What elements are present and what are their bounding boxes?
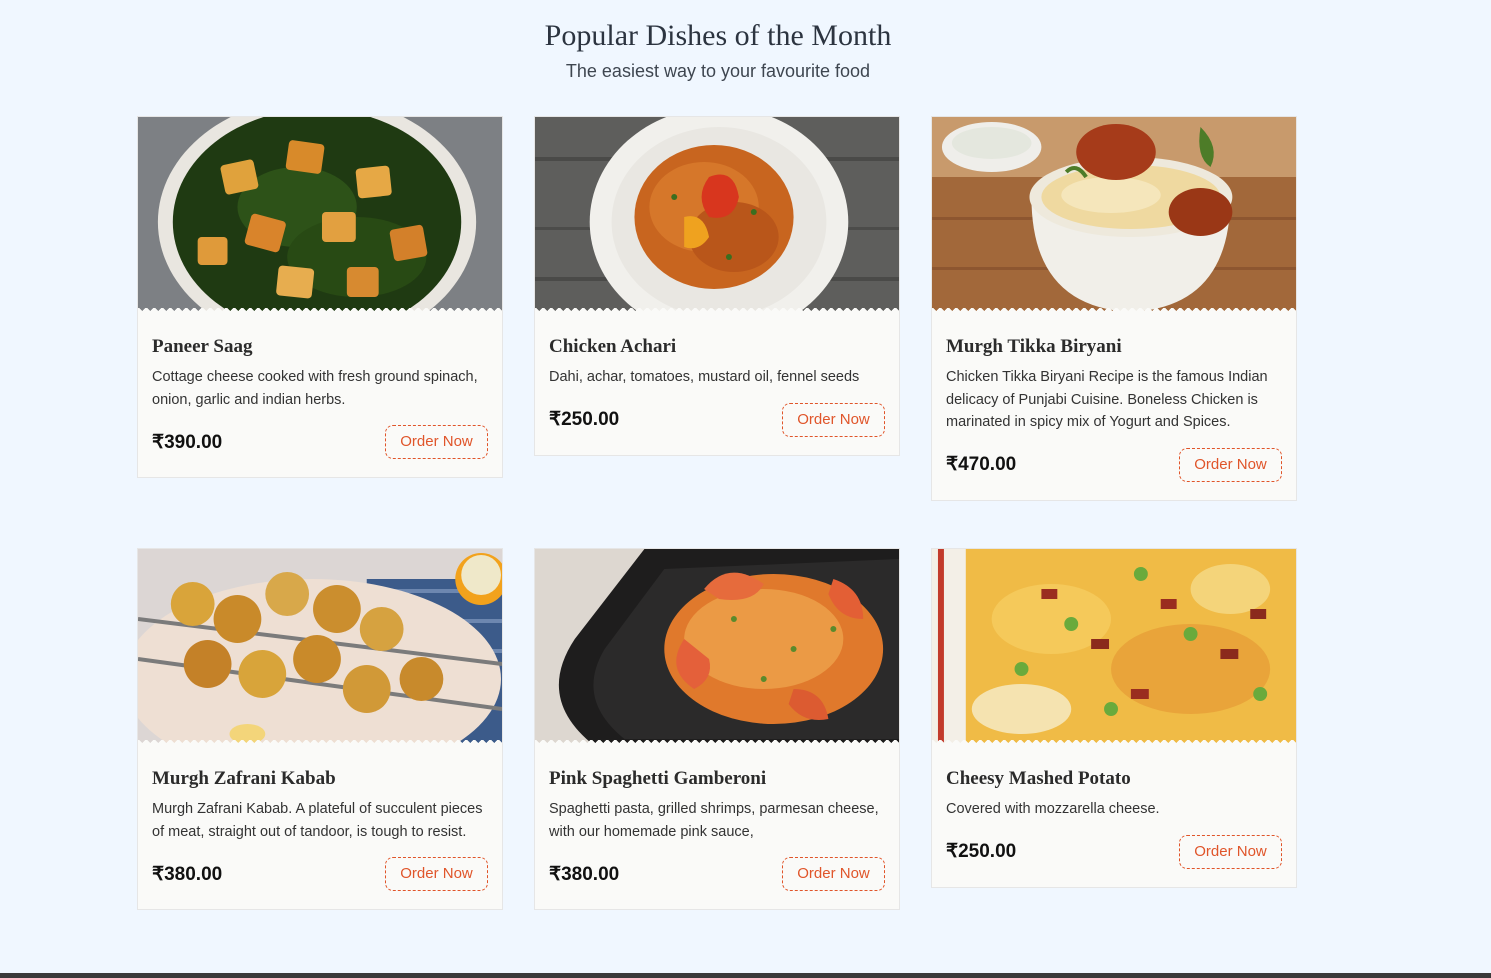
- dish-price: ₹250.00: [549, 409, 620, 430]
- bottom-divider: [0, 973, 1491, 978]
- dish-card-body: Cheesy Mashed Potato Covered with mozzar…: [932, 746, 1296, 887]
- dish-price: ₹380.00: [549, 863, 620, 885]
- dish-card-pink-spaghetti-gamberoni: Pink Spaghetti Gamberoni Spaghetti pasta…: [534, 548, 900, 910]
- dish-name: Murgh Zafrani Kabab: [152, 768, 336, 789]
- section-header: Popular Dishes of the Month The easiest …: [0, 0, 1436, 82]
- dish-price: ₹250.00: [946, 841, 1017, 862]
- dish-card-body: Murgh Zafrani Kabab Murgh Zafrani Kabab.…: [138, 746, 502, 909]
- dish-price: ₹470.00: [946, 454, 1017, 475]
- order-now-button[interactable]: Order Now: [385, 425, 488, 459]
- dish-image-murgh-tikka-biryani: [932, 117, 1296, 314]
- page-subtitle: The easiest way to your favourite food: [565, 61, 871, 81]
- order-now-button[interactable]: Order Now: [385, 857, 488, 891]
- dish-price: ₹390.00: [152, 431, 223, 453]
- dish-card-body: Murgh Tikka Biryani Chicken Tikka Biryan…: [932, 314, 1296, 500]
- dish-footer: ₹250.00 Order Now: [549, 402, 885, 437]
- page: Popular Dishes of the Month The easiest …: [0, 0, 1491, 978]
- dish-image-pink-spaghetti-gamberoni: [535, 549, 899, 746]
- dish-image-cheesy-mashed-potato: [932, 549, 1296, 746]
- dish-card-paneer-saag: Paneer Saag Cottage cheese cooked with f…: [137, 116, 503, 478]
- dish-name: Chicken Achari: [549, 336, 677, 357]
- dish-card-cheesy-mashed-potato: Cheesy Mashed Potato Covered with mozzar…: [931, 548, 1297, 888]
- murgh-zafrani-kabab-photo: [138, 549, 502, 746]
- dish-description: Murgh Zafrani Kabab. A plateful of succu…: [152, 801, 483, 840]
- dish-card-murgh-zafrani-kabab: Murgh Zafrani Kabab Murgh Zafrani Kabab.…: [137, 548, 503, 910]
- dish-image-paneer-saag: [138, 117, 502, 314]
- dish-name: Murgh Tikka Biryani: [946, 336, 1122, 357]
- order-now-button[interactable]: Order Now: [782, 857, 885, 891]
- dish-footer: ₹470.00 Order Now: [946, 447, 1282, 482]
- order-now-button[interactable]: Order Now: [782, 402, 885, 437]
- dish-name: Cheesy Mashed Potato: [946, 768, 1131, 789]
- paneer-saag-photo: [138, 117, 502, 314]
- dish-card-body: Pink Spaghetti Gamberoni Spaghetti pasta…: [535, 746, 899, 909]
- dish-description: Spaghetti pasta, grilled shrimps, parmes…: [549, 801, 879, 840]
- order-now-button[interactable]: Order Now: [1179, 834, 1282, 869]
- dish-description: Chicken Tikka Biryani Recipe is the famo…: [946, 369, 1268, 430]
- dish-description: Dahi, achar, tomatoes, mustard oil, fenn…: [549, 369, 860, 385]
- order-now-button[interactable]: Order Now: [1179, 447, 1282, 482]
- dish-card-body: Chicken Achari Dahi, achar, tomatoes, mu…: [535, 314, 899, 455]
- dish-footer: ₹250.00 Order Now: [946, 834, 1282, 869]
- dish-card-body: Paneer Saag Cottage cheese cooked with f…: [138, 314, 502, 477]
- dish-card-murgh-tikka-biryani: Murgh Tikka Biryani Chicken Tikka Biryan…: [931, 116, 1297, 501]
- cheesy-mashed-potato-photo: [932, 549, 1296, 746]
- dish-footer: ₹380.00 Order Now: [152, 857, 488, 891]
- dish-footer: ₹390.00 Order Now: [152, 425, 488, 459]
- dish-description: Cottage cheese cooked with fresh ground …: [152, 369, 478, 408]
- dish-image-murgh-zafrani-kabab: [138, 549, 502, 746]
- dish-name: Paneer Saag: [152, 336, 253, 357]
- dish-price: ₹380.00: [152, 863, 223, 885]
- chicken-achari-photo: [535, 117, 899, 314]
- page-title: Popular Dishes of the Month: [544, 19, 892, 52]
- dish-card-chicken-achari: Chicken Achari Dahi, achar, tomatoes, mu…: [534, 116, 900, 456]
- dish-name: Pink Spaghetti Gamberoni: [549, 768, 767, 789]
- dish-image-chicken-achari: [535, 117, 899, 314]
- pink-spaghetti-gamberoni-photo: [535, 549, 899, 746]
- dish-footer: ₹380.00 Order Now: [549, 857, 885, 891]
- dish-description: Covered with mozzarella cheese.: [946, 801, 1160, 817]
- murgh-tikka-biryani-photo: [932, 117, 1296, 314]
